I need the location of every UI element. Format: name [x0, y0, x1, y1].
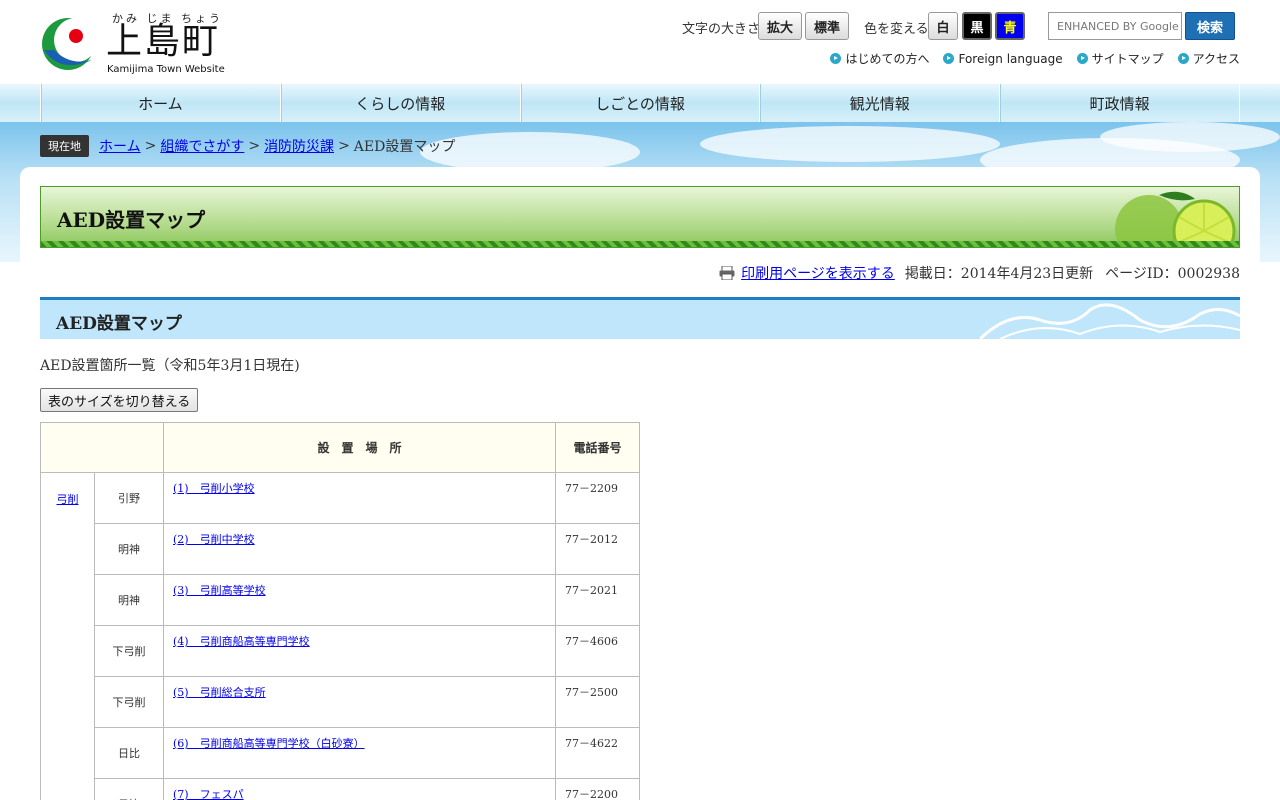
link-first-visit[interactable]: はじめての方へ — [830, 50, 929, 67]
nav-living[interactable]: くらしの情報 — [279, 84, 520, 122]
table-header-tel: 電話番号 — [555, 422, 640, 473]
breadcrumb: 現在地 ホーム > 組織でさがす > 消防防災課 > AED設置マップ — [40, 135, 455, 157]
place-link[interactable]: (3) 弓削高等学校 — [173, 584, 266, 597]
place-link[interactable]: (1) 弓削小学校 — [173, 482, 255, 495]
table-row: 日比 (6) 弓削商船高等専門学校（白砂寮） 77－4622 — [41, 727, 640, 779]
tel-cell: 77－2021 — [555, 574, 640, 626]
tel-cell: 77－4606 — [555, 625, 640, 677]
breadcrumb-org-link[interactable]: 組織でさがす — [160, 136, 244, 156]
lead-text: AED設置箇所一覧（令和5年3月1日現在) — [40, 358, 300, 374]
page-title-banner: AED設置マップ — [40, 186, 1240, 248]
breadcrumb-home-link[interactable]: ホーム — [99, 136, 141, 156]
toggle-table-size-button[interactable]: 表のサイズを切り替える — [40, 388, 199, 412]
place-link[interactable]: (7) フェスパ — [173, 788, 244, 800]
text-standard-button[interactable]: 標準 — [805, 12, 849, 40]
table-row: 弓削 引野 (1) 弓削小学校 77－2209 — [40, 472, 640, 800]
page-id: ページID：0002938 — [1105, 266, 1240, 282]
tel-cell: 77－4622 — [555, 727, 640, 779]
subarea-cell: 引野 — [94, 472, 164, 524]
link-access[interactable]: アクセス — [1177, 50, 1240, 67]
page-meta: 印刷用ページを表示する 掲載日：2014年4月23日更新 ページID：00029… — [719, 263, 1240, 283]
place-cell: (7) フェスパ — [163, 778, 556, 800]
subarea-cell: 日比 — [94, 727, 164, 779]
arrow-bullet-icon — [1076, 53, 1088, 64]
aed-location-table: 設 置 場 所 電話番号 弓削 引野 (1) 弓削小学校 77－2209 明神 … — [40, 422, 640, 800]
table-row: 日比 (7) フェスパ 77－2200 — [41, 778, 640, 800]
site-logo[interactable]: かみ じま ちょう 上島町 Kamijima Town Website — [40, 10, 225, 75]
tel-cell: 77－2012 — [555, 523, 640, 575]
color-white-button[interactable]: 白 — [928, 12, 958, 40]
place-cell: (1) 弓削小学校 — [163, 472, 556, 524]
place-link[interactable]: (4) 弓削商船高等専門学校 — [173, 635, 310, 648]
table-header-row: 設 置 場 所 電話番号 — [40, 422, 640, 473]
color-black-button[interactable]: 黒 — [962, 12, 992, 40]
breadcrumb-dept-link[interactable]: 消防防災課 — [264, 136, 334, 156]
subarea-cell: 下弓削 — [94, 676, 164, 728]
link-sitemap[interactable]: サイトマップ — [1076, 50, 1164, 67]
citrus-decoration-icon — [1115, 191, 1236, 243]
place-cell: (4) 弓削商船高等専門学校 — [163, 625, 556, 677]
global-nav: ホーム くらしの情報 しごとの情報 観光情報 町政情報 — [0, 84, 1280, 122]
page-title: AED設置マップ — [57, 208, 206, 232]
table-row: 下弓削 (4) 弓削商船高等専門学校 77－4606 — [41, 625, 640, 677]
nav-town-government[interactable]: 町政情報 — [999, 84, 1240, 122]
table-row: 明神 (3) 弓削高等学校 77－2021 — [41, 574, 640, 626]
text-size-label: 文字の大きさ — [682, 22, 761, 37]
search-button[interactable]: 検索 — [1185, 12, 1235, 40]
nav-business[interactable]: しごとの情報 — [519, 84, 760, 122]
tel-cell: 77－2209 — [555, 472, 640, 524]
tel-cell: 77－2200 — [555, 778, 640, 800]
subarea-cell: 明神 — [94, 523, 164, 575]
breadcrumb-current: AED設置マップ — [353, 139, 456, 155]
place-link[interactable]: (2) 弓削中学校 — [173, 533, 255, 546]
table-header-area — [40, 422, 164, 473]
posted-date: 掲載日：2014年4月23日更新 — [904, 266, 1094, 282]
link-foreign-language[interactable]: Foreign language — [943, 50, 1063, 67]
place-cell: (3) 弓削高等学校 — [163, 574, 556, 626]
section-heading-bar: AED設置マップ — [40, 297, 1240, 339]
subarea-cell: 日比 — [94, 778, 164, 800]
place-link[interactable]: (6) 弓削商船高等専門学校（白砂寮） — [173, 737, 365, 750]
arrow-bullet-icon — [943, 53, 955, 64]
place-cell: (6) 弓削商船高等専門学校（白砂寮） — [163, 727, 556, 779]
table-header-place: 設 置 場 所 — [163, 422, 556, 473]
place-cell: (2) 弓削中学校 — [163, 523, 556, 575]
site-header: かみ じま ちょう 上島町 Kamijima Town Website 文字の大… — [0, 0, 1280, 84]
breadcrumb-here-label: 現在地 — [40, 135, 89, 157]
subarea-cell: 明神 — [94, 574, 164, 626]
place-link[interactable]: (5) 弓削総合支所 — [173, 686, 266, 699]
nav-tourism[interactable]: 観光情報 — [759, 84, 999, 122]
tel-cell: 77－2500 — [555, 676, 640, 728]
arrow-bullet-icon — [1177, 53, 1189, 64]
site-name: 上島町 — [106, 21, 221, 62]
table-row: 下弓削 (5) 弓削総合支所 77－2500 — [41, 676, 640, 728]
nav-home[interactable]: ホーム — [40, 84, 280, 122]
print-page-link[interactable]: 印刷用ページを表示する — [741, 263, 895, 283]
utility-links: はじめての方へ Foreign language サイトマップ アクセス — [830, 50, 1240, 67]
color-change-label: 色を変える — [864, 22, 929, 37]
text-enlarge-button[interactable]: 拡大 — [758, 12, 802, 40]
site-name-en: Kamijima Town Website — [107, 64, 225, 75]
arrow-bullet-icon — [830, 53, 842, 64]
area-cell: 弓削 — [40, 472, 95, 800]
town-emblem-icon — [42, 18, 98, 70]
area-yuge-link[interactable]: 弓削 — [57, 493, 79, 506]
wave-decoration-icon — [980, 303, 1240, 339]
color-blue-button[interactable]: 青 — [995, 12, 1025, 40]
section-title: AED設置マップ — [56, 314, 182, 334]
search-input[interactable]: ENHANCED BY Google — [1048, 12, 1182, 40]
printer-icon — [719, 266, 735, 280]
subarea-cell: 下弓削 — [94, 625, 164, 677]
table-row: 明神 (2) 弓削中学校 77－2012 — [41, 523, 640, 575]
place-cell: (5) 弓削総合支所 — [163, 676, 556, 728]
